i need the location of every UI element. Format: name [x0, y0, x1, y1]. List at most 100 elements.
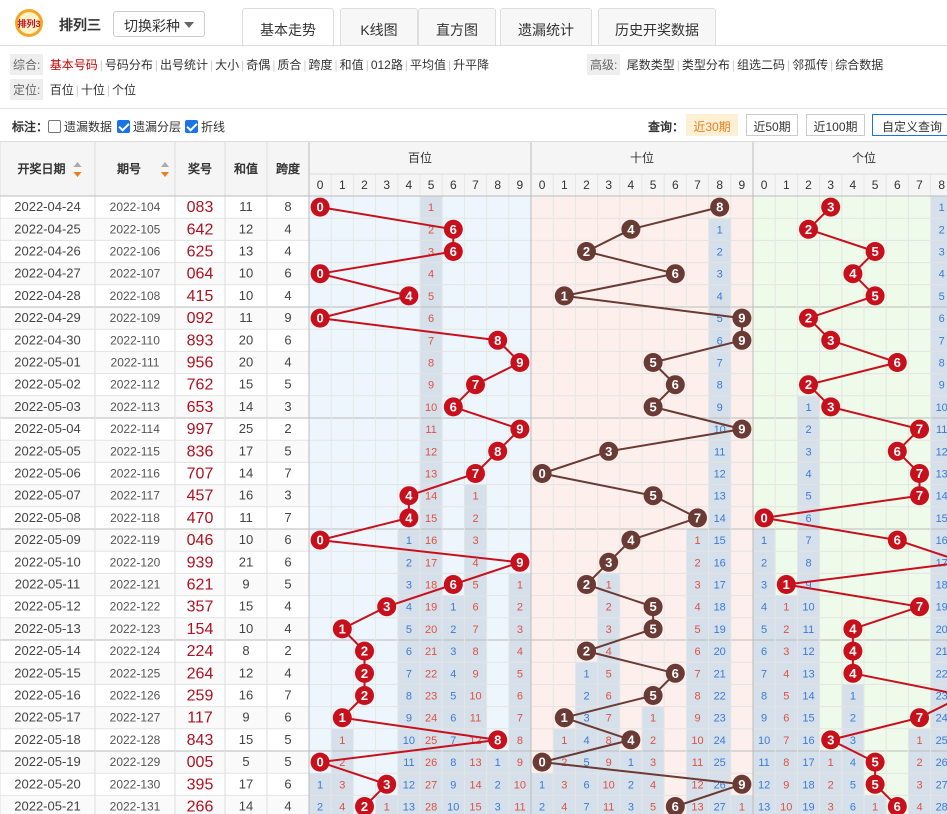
- digit-header: 0: [317, 178, 324, 192]
- custom-query-button[interactable]: 自定义查询: [872, 114, 947, 136]
- zonghe-item[interactable]: 平均值: [410, 58, 446, 72]
- query-100-button[interactable]: 近100期: [806, 114, 865, 136]
- missing-value: 1: [805, 402, 811, 414]
- missing-value: 4: [406, 602, 412, 614]
- number-ball-label: 4: [405, 510, 413, 525]
- checked-checkbox-icon[interactable]: [117, 120, 130, 133]
- missing-value: 8: [428, 358, 434, 370]
- query-30-button[interactable]: 近30期: [686, 114, 738, 136]
- number-ball-label: 0: [538, 466, 545, 481]
- cell-issue: 2022-116: [110, 467, 160, 481]
- zonghe-item[interactable]: 跨度: [309, 58, 333, 72]
- cell-number: 005: [187, 754, 214, 771]
- zonghe-item[interactable]: 升平降: [453, 58, 489, 72]
- number-ball-label: 6: [672, 377, 679, 392]
- missing-value: 17: [714, 580, 726, 592]
- number-ball-label: 9: [738, 333, 745, 348]
- missing-value: 1: [517, 580, 523, 592]
- number-ball-label: 4: [627, 732, 635, 747]
- missing-value: 20: [714, 646, 726, 658]
- zonghe-item[interactable]: 012路: [371, 58, 403, 72]
- missing-value: 13: [403, 802, 415, 814]
- cell-date: 2022-04-24: [14, 199, 81, 214]
- checkbox-icon[interactable]: [48, 120, 61, 133]
- zonghe-item[interactable]: 基本号码: [50, 58, 98, 72]
- query-50-button[interactable]: 近50期: [746, 114, 798, 136]
- tab-kline[interactable]: K线图: [340, 8, 418, 46]
- missing-value: 21: [425, 646, 437, 658]
- advanced-item[interactable]: 组选二码: [737, 58, 785, 72]
- missing-value: 6: [450, 713, 456, 725]
- missing-value: 5: [805, 491, 811, 503]
- zonghe-item[interactable]: 大小: [215, 58, 239, 72]
- checked-checkbox-icon[interactable]: [185, 120, 198, 133]
- cell-issue: 2022-118: [110, 511, 160, 525]
- missing-value: 11: [514, 802, 525, 814]
- cell-sum: 11: [239, 510, 253, 525]
- missing-value: 3: [450, 646, 456, 658]
- tab-basic-trend[interactable]: 基本走势: [242, 8, 334, 47]
- tab-histogram[interactable]: 直方图: [418, 8, 496, 46]
- missing-value: 19: [936, 602, 947, 614]
- missing-value: 24: [425, 713, 437, 725]
- number-ball-label: 4: [849, 666, 857, 681]
- group-header: 个位: [852, 150, 876, 165]
- missing-value: 7: [406, 668, 412, 680]
- checkbox-missing-layer[interactable]: 遗漏分层: [117, 118, 181, 135]
- advanced-item[interactable]: 邻孤传: [792, 58, 828, 72]
- missing-value: 18: [714, 602, 726, 614]
- zonghe-item[interactable]: 质合: [277, 58, 301, 72]
- number-ball-label: 6: [450, 399, 457, 414]
- cell-span: 5: [284, 732, 291, 747]
- mark-bar: 标注： 遗漏数据 遗漏分层 折线 查询： 近30期 近50期 近100期 自定义…: [0, 108, 947, 142]
- zonghe-item[interactable]: 出号统计: [160, 58, 208, 72]
- number-ball-label: 2: [583, 244, 590, 259]
- missing-value: 7: [472, 624, 478, 636]
- missing-value: 9: [761, 713, 767, 725]
- tab-history-data[interactable]: 历史开奖数据: [598, 8, 716, 46]
- advanced-item[interactable]: 综合数据: [835, 58, 883, 72]
- missing-value: 3: [916, 779, 922, 791]
- missing-value: 2: [850, 713, 856, 725]
- cell-date: 2022-05-05: [14, 443, 81, 458]
- cell-date: 2022-05-16: [14, 688, 81, 703]
- zonghe-item[interactable]: 号码分布: [105, 58, 153, 72]
- missing-value: 1: [428, 202, 434, 214]
- checkbox-missing-data[interactable]: 遗漏数据: [48, 118, 112, 135]
- missing-value: 14: [802, 691, 814, 703]
- tab-missing-stats[interactable]: 遗漏统计: [500, 8, 592, 46]
- cell-span: 7: [284, 466, 291, 481]
- missing-value: 3: [406, 580, 412, 592]
- number-ball-label: 7: [694, 510, 701, 525]
- position-item[interactable]: 个位: [112, 83, 136, 97]
- cell-number: 083: [187, 199, 214, 216]
- zonghe-item[interactable]: 和值: [340, 58, 364, 72]
- trend-chart: 开奖日期 期号 奖号 和值 跨度百位 十位 个位0 1 2 3 4 5 6 7 8 9 0 1 2 3 4 5 6 7 8 9 0 1…: [0, 142, 947, 814]
- missing-value: 4: [805, 469, 811, 481]
- missing-value: 13: [714, 491, 726, 503]
- missing-value: 1: [317, 779, 323, 791]
- missing-value: 5: [850, 779, 856, 791]
- checkbox-line[interactable]: 折线: [185, 118, 225, 135]
- missing-value: 9: [694, 713, 700, 725]
- missing-value: 7: [428, 335, 434, 347]
- zonghe-item[interactable]: 奇偶: [246, 58, 270, 72]
- missing-value: 5: [783, 691, 789, 703]
- position-item[interactable]: 十位: [81, 83, 105, 97]
- cell-number: 625: [187, 244, 214, 261]
- advanced-item[interactable]: 类型分布: [682, 58, 730, 72]
- missing-value: 1: [384, 802, 390, 814]
- missing-value: 1: [339, 735, 345, 747]
- number-ball-label: 3: [827, 732, 834, 747]
- position-item[interactable]: 百位: [50, 83, 74, 97]
- switch-lottery-button[interactable]: 切换彩种: [113, 11, 205, 37]
- separator: |: [75, 83, 79, 97]
- cell-number: 621: [187, 577, 214, 594]
- missing-value: 12: [425, 446, 437, 458]
- missing-value: 10: [936, 402, 947, 414]
- cell-issue: 2022-113: [110, 400, 160, 414]
- missing-value: 3: [472, 535, 478, 547]
- advanced-item[interactable]: 尾数类型: [627, 58, 675, 72]
- digit-header: 4: [406, 178, 413, 192]
- missing-value: 12: [691, 779, 703, 791]
